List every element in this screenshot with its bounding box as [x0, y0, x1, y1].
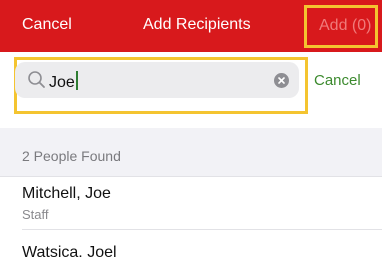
search-input-value: Joe	[49, 71, 78, 92]
cancel-button[interactable]: Cancel	[22, 16, 72, 34]
search-icon	[27, 70, 47, 90]
list-item[interactable]: Watsica, Joel	[0, 230, 382, 257]
clear-icon[interactable]	[274, 73, 289, 88]
person-role: Staff	[22, 207, 49, 222]
person-name: Mitchell, Joe	[22, 185, 111, 202]
search-area: Joe Cancel	[0, 52, 382, 128]
results-count: 2 People Found	[22, 148, 121, 164]
search-input[interactable]: Joe	[15, 62, 299, 98]
page-title: Add Recipients	[143, 16, 251, 33]
nav-bar: Cancel Add Recipients Add (0)	[0, 0, 382, 52]
person-name: Watsica, Joel	[22, 244, 117, 257]
search-cancel-button[interactable]: Cancel	[314, 72, 361, 89]
add-button[interactable]: Add (0)	[319, 17, 371, 35]
text-cursor	[75, 71, 78, 90]
add-button-highlight: Add (0)	[304, 5, 378, 48]
list-item[interactable]: Mitchell, Joe Staff	[0, 176, 382, 230]
